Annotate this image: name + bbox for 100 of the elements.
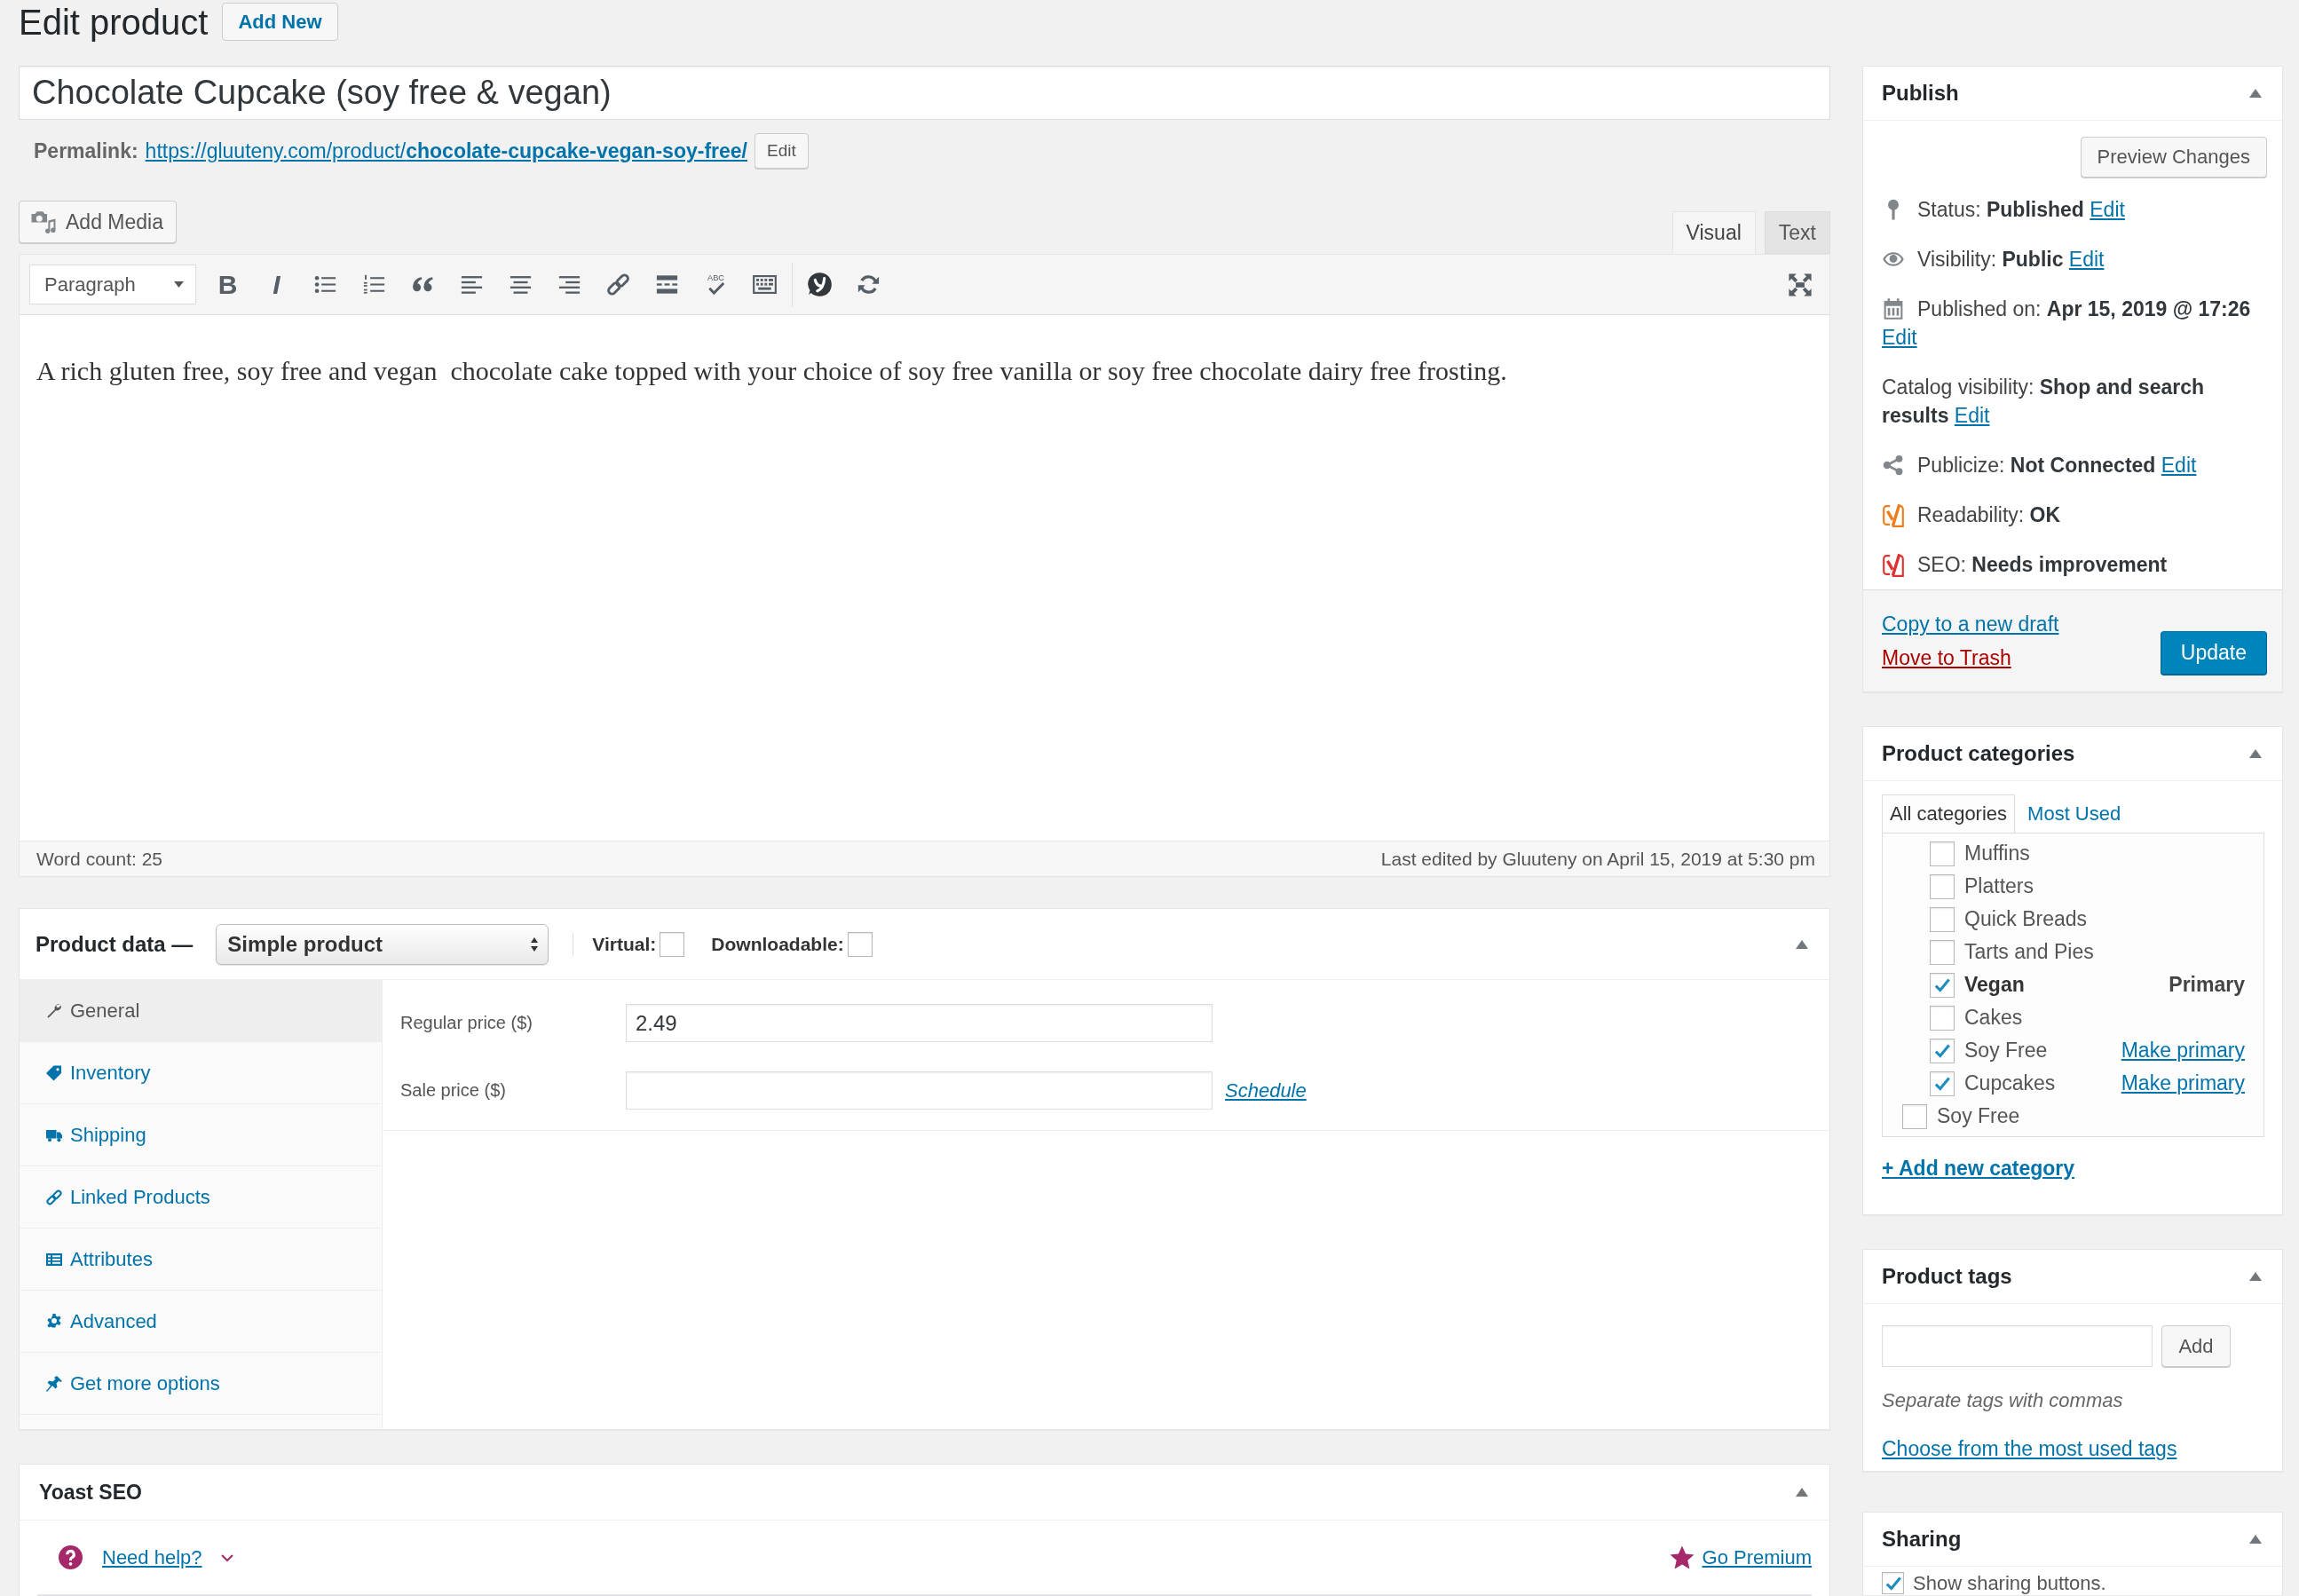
product-data-tab[interactable]: Get more options (20, 1353, 382, 1415)
caret-down-icon (173, 280, 185, 288)
field-label: Regular price ($) (400, 1013, 533, 1033)
edit-link[interactable]: Edit (2090, 198, 2125, 221)
fullscreen-icon[interactable] (1788, 272, 1813, 297)
collapse-triangle-icon[interactable] (2248, 1534, 2263, 1545)
category-label: Vegan (1964, 973, 2025, 997)
go-premium-link[interactable]: Go Premium (1702, 1545, 1812, 1569)
checkbox[interactable] (1930, 1005, 1955, 1031)
share-icon (1882, 454, 1905, 477)
checkbox-label: Downloadable: (711, 933, 844, 955)
category-label: Soy Free (1964, 1039, 2048, 1063)
edit-link[interactable]: Edit (1882, 326, 1917, 349)
collapse-triangle-icon[interactable] (1795, 1487, 1809, 1497)
collapse-triangle-icon[interactable] (2248, 88, 2263, 99)
trash-link[interactable]: Move to Trash (1882, 641, 2011, 675)
category-label: Platters (1964, 874, 2034, 898)
checkbox-label: Show sharing buttons. (1913, 1571, 2106, 1595)
add-media-button[interactable]: Add Media (19, 201, 177, 243)
primary-label: Primary (2169, 973, 2245, 997)
editor-tab[interactable]: Text (1764, 211, 1830, 254)
category-label: Muffins (1964, 841, 2030, 865)
add-tag-button[interactable]: Add (2161, 1325, 2231, 1367)
checkbox[interactable] (1930, 841, 1955, 866)
checkbox[interactable] (1882, 1572, 1904, 1594)
checkbox[interactable] (1930, 939, 1955, 965)
link-icon[interactable] (605, 272, 631, 297)
product-data-tab[interactable]: General (20, 980, 382, 1042)
status-text: Status: Published Edit (1917, 198, 2125, 221)
content-editor[interactable]: A rich gluten free, soy free and vegan chocolate cake topped with your choice of soy free vanilla or soy free chocolate dairy free frosting. (20, 315, 1829, 841)
copy-draft-link[interactable]: Copy to a new draft (1882, 607, 2059, 641)
format-select[interactable]: Paragraph (29, 265, 196, 304)
checkbox[interactable] (847, 931, 873, 957)
permalink-label: Permalink: (34, 138, 138, 163)
camera-music-icon (30, 209, 57, 234)
speech-bubble-logo-icon[interactable] (807, 272, 833, 297)
product-type-select[interactable]: Simple product (216, 923, 549, 965)
category-label: Soy Free (1937, 1104, 2020, 1128)
product-data-tab[interactable]: Shipping (20, 1104, 382, 1166)
need-help-link[interactable]: Need help? (102, 1545, 202, 1569)
make-primary-link[interactable]: Make primary (2121, 1039, 2245, 1063)
collapse-triangle-icon[interactable] (2248, 748, 2263, 759)
checkbox[interactable] (1930, 972, 1955, 998)
make-primary-link[interactable]: Make primary (2121, 1071, 2245, 1095)
page-title: Edit product (19, 2, 209, 43)
category-tab[interactable]: Most Used (2020, 794, 2129, 833)
checkbox[interactable] (660, 931, 685, 957)
collapse-triangle-icon[interactable] (2248, 1271, 2263, 1282)
add-new-button[interactable]: Add New (222, 3, 338, 41)
edit-link[interactable]: Edit (1954, 404, 1990, 427)
plug-icon (45, 1374, 63, 1393)
bold-button[interactable]: B (217, 270, 238, 299)
edit-link[interactable]: Edit (2068, 248, 2105, 271)
add-category-link[interactable]: + Add new category (1882, 1154, 2075, 1182)
chain-link-icon (45, 1188, 63, 1206)
panel-title: Product tags (1882, 1264, 2012, 1289)
editor-tab[interactable]: Visual (1671, 211, 1756, 254)
category-label: Cupcakes (1964, 1071, 2056, 1095)
catalog-visibility-text: Catalog visibility: Shop and search results Edit (1882, 375, 2204, 427)
panel-title: Publish (1882, 81, 1959, 106)
score-text: SEO: Needs improvement (1917, 553, 2168, 576)
title-field[interactable]: Chocolate Cupcake (soy free & vegan) (19, 66, 1830, 120)
word-count: Word count: 25 (36, 848, 163, 870)
category-label: Tarts and Pies (1964, 940, 2094, 964)
tag-field[interactable] (1882, 1325, 2153, 1367)
tag-icon (45, 1063, 63, 1082)
checkbox[interactable] (1930, 873, 1955, 899)
last-edited-text: Last edited by Gluuteny on April 15, 2019 at 5:30 pm (1380, 848, 1815, 870)
checkbox[interactable] (1930, 1038, 1955, 1063)
italic-button[interactable]: I (273, 270, 280, 299)
edit-link[interactable]: Edit (2161, 454, 2197, 477)
category-tab[interactable]: All categories (1882, 794, 2016, 833)
most-used-tags-link[interactable]: Choose from the most used tags (1882, 1434, 2177, 1463)
checkbox[interactable] (1930, 1071, 1955, 1096)
collapse-triangle-icon[interactable] (1795, 938, 1809, 950)
publicize-text: Publicize: Not Connected Edit (1917, 454, 2197, 477)
preview-changes-button[interactable]: Preview Changes (2080, 137, 2267, 178)
panel-title: Sharing (1882, 1527, 1962, 1552)
edit-permalink-button[interactable]: Edit (754, 133, 809, 169)
product-data-tab[interactable]: Inventory (20, 1042, 382, 1104)
category-label: Quick Breads (1964, 907, 2088, 931)
product-data-tab[interactable]: Linked Products (20, 1166, 382, 1229)
up-down-arrows-icon (530, 936, 540, 952)
schedule-link[interactable]: Schedule (1225, 1078, 1307, 1102)
permalink-link[interactable]: https://gluuteny.com/product/chocolate-cupcake-vegan-soy-free/ (145, 138, 747, 163)
help-icon (59, 1545, 83, 1569)
score-text: Readability: OK (1917, 503, 2061, 526)
wrench-icon (45, 1001, 63, 1020)
price-field[interactable] (626, 1071, 1213, 1110)
update-button[interactable]: Update (2160, 631, 2267, 675)
seo-panel-title: Yoast SEO (39, 1480, 142, 1505)
panel-title: Product categories (1882, 741, 2075, 766)
category-label: Cakes (1964, 1006, 2023, 1030)
checkbox[interactable] (1902, 1103, 1927, 1129)
price-field[interactable]: 2.49 (626, 1004, 1213, 1042)
product-data-tab[interactable]: Advanced (20, 1291, 382, 1353)
checkbox[interactable] (1930, 906, 1955, 932)
calendar-icon (1882, 297, 1905, 320)
chevron-down-icon[interactable] (219, 1553, 234, 1562)
product-data-tab[interactable]: Attributes (20, 1229, 382, 1291)
